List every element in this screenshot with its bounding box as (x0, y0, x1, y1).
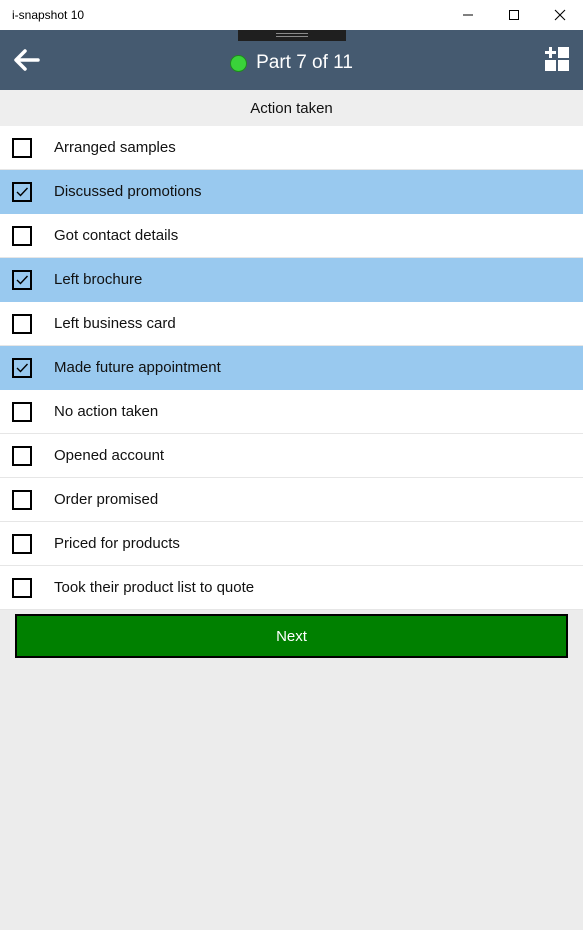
option-row[interactable]: Took their product list to quote (0, 566, 583, 610)
option-row[interactable]: Left brochure (0, 258, 583, 302)
window-title: i-snapshot 10 (12, 8, 85, 22)
checkbox-unchecked[interactable] (12, 226, 32, 246)
option-label: Left business card (54, 315, 176, 332)
maximize-icon (509, 10, 519, 20)
option-row[interactable]: No action taken (0, 390, 583, 434)
option-label: Arranged samples (54, 139, 176, 156)
option-row[interactable]: Got contact details (0, 214, 583, 258)
checkbox-checked[interactable] (12, 270, 32, 290)
option-label: Took their product list to quote (54, 579, 255, 596)
checkbox-unchecked[interactable] (12, 402, 32, 422)
option-label: Order promised (54, 491, 159, 508)
checkmark-icon (16, 187, 29, 197)
checkbox-unchecked[interactable] (12, 138, 32, 158)
option-label: Discussed promotions (54, 183, 202, 200)
minimize-button[interactable] (445, 0, 491, 30)
part-label: Part 7 of 11 (256, 52, 353, 73)
option-row[interactable]: Discussed promotions (0, 170, 583, 214)
checkbox-unchecked[interactable] (12, 534, 32, 554)
option-row[interactable]: Priced for products (0, 522, 583, 566)
option-label: Priced for products (54, 535, 180, 552)
title-bar: i-snapshot 10 (0, 0, 583, 30)
checkbox-unchecked[interactable] (12, 314, 32, 334)
checkbox-unchecked[interactable] (12, 578, 32, 598)
maximize-button[interactable] (491, 0, 537, 30)
option-label: Left brochure (54, 271, 143, 288)
checkbox-checked[interactable] (12, 182, 32, 202)
arrow-left-icon (14, 49, 40, 71)
status-dot-icon (230, 54, 248, 72)
window-controls (445, 0, 583, 30)
next-button[interactable]: Next (15, 614, 568, 658)
checkbox-unchecked[interactable] (12, 490, 32, 510)
option-row[interactable]: Order promised (0, 478, 583, 522)
option-row[interactable]: Made future appointment (0, 346, 583, 390)
close-icon (554, 9, 566, 21)
option-row[interactable]: Opened account (0, 434, 583, 478)
option-row[interactable]: Arranged samples (0, 126, 583, 170)
option-row[interactable]: Left business card (0, 302, 583, 346)
checkbox-checked[interactable] (12, 358, 32, 378)
header-bar: Part 7 of 11 (0, 30, 583, 90)
section-title: Action taken (0, 90, 583, 127)
minimize-icon (463, 14, 473, 16)
checkmark-icon (16, 275, 29, 285)
option-label: No action taken (54, 403, 159, 420)
option-list: Arranged samples Discussed promotions Got … (0, 126, 583, 610)
drag-handle[interactable] (238, 30, 346, 41)
option-label: Got contact details (54, 227, 179, 244)
back-button[interactable] (8, 42, 44, 78)
checkbox-unchecked[interactable] (12, 446, 32, 466)
option-label: Opened account (54, 447, 165, 464)
option-label: Made future appointment (54, 359, 221, 376)
add-section-button[interactable] (543, 45, 573, 75)
close-button[interactable] (537, 0, 583, 30)
checkmark-icon (16, 363, 29, 373)
grid-plus-icon (545, 47, 569, 71)
